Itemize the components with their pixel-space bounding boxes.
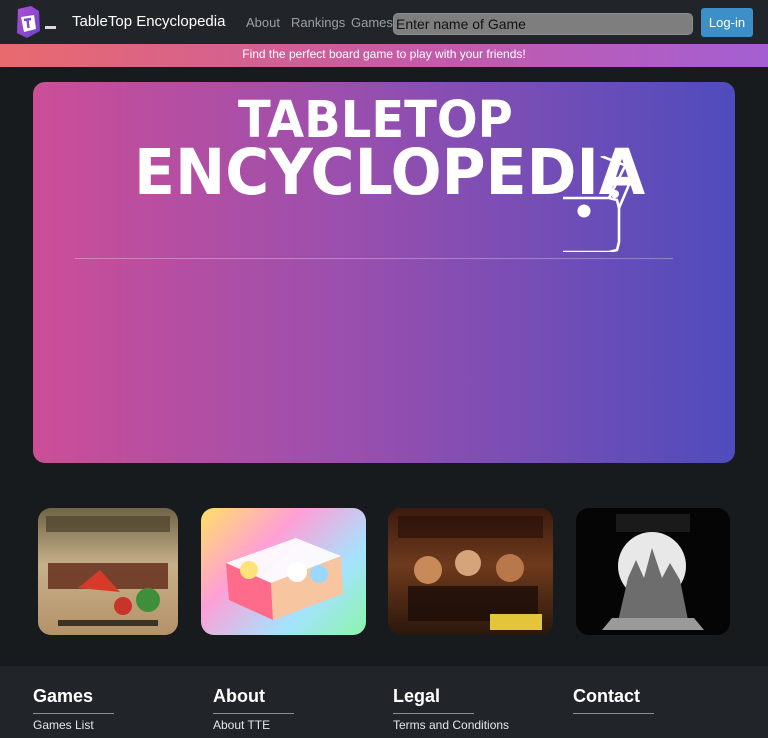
footer-column-contact: Contact xyxy=(573,686,723,714)
footer-link-terms[interactable]: Terms and Conditions xyxy=(393,718,543,732)
game-card-unstable-unicorns[interactable] xyxy=(201,508,366,635)
navbar: TableTop Encyclopedia About Rankings Gam… xyxy=(0,0,768,44)
hero-panel: TABLETOP ENCYCLOPEDIA xyxy=(33,82,735,463)
footer: Games Games List About About TTE Legal T… xyxy=(0,666,768,738)
footer-column-games: Games Games List xyxy=(33,686,183,732)
footer-heading-contact: Contact xyxy=(573,686,640,706)
nav-games[interactable]: Games xyxy=(351,15,393,30)
game-card-castle[interactable] xyxy=(576,508,730,635)
footer-heading-legal: Legal xyxy=(393,686,441,706)
brand-link[interactable]: TableTop Encyclopedia xyxy=(72,13,225,30)
game-card-red-dragon-inn[interactable] xyxy=(388,508,553,635)
footer-divider xyxy=(213,713,294,714)
footer-divider xyxy=(393,713,474,714)
footer-column-legal: Legal Terms and Conditions xyxy=(393,686,543,732)
footer-heading-about: About xyxy=(213,686,265,706)
footer-column-about: About About TTE xyxy=(213,686,363,732)
game-card-munchkin[interactable] xyxy=(38,508,178,635)
footer-link-games-list[interactable]: Games List xyxy=(33,718,183,732)
login-button[interactable]: Log-in xyxy=(701,8,753,37)
footer-link-about-tte[interactable]: About TTE xyxy=(213,718,363,732)
hero-divider xyxy=(75,258,673,259)
nav-rankings[interactable]: Rankings xyxy=(291,15,345,30)
game-search-input[interactable] xyxy=(393,13,693,35)
footer-heading-games: Games xyxy=(33,686,94,706)
logo-underline xyxy=(45,26,56,29)
tagline-banner: Find the perfect board game to play with… xyxy=(0,44,768,67)
nav-about[interactable]: About xyxy=(246,15,280,30)
footer-divider xyxy=(573,713,654,714)
footer-divider xyxy=(33,713,114,714)
dice-icon xyxy=(517,154,635,254)
tte-logo-icon[interactable] xyxy=(13,5,43,39)
